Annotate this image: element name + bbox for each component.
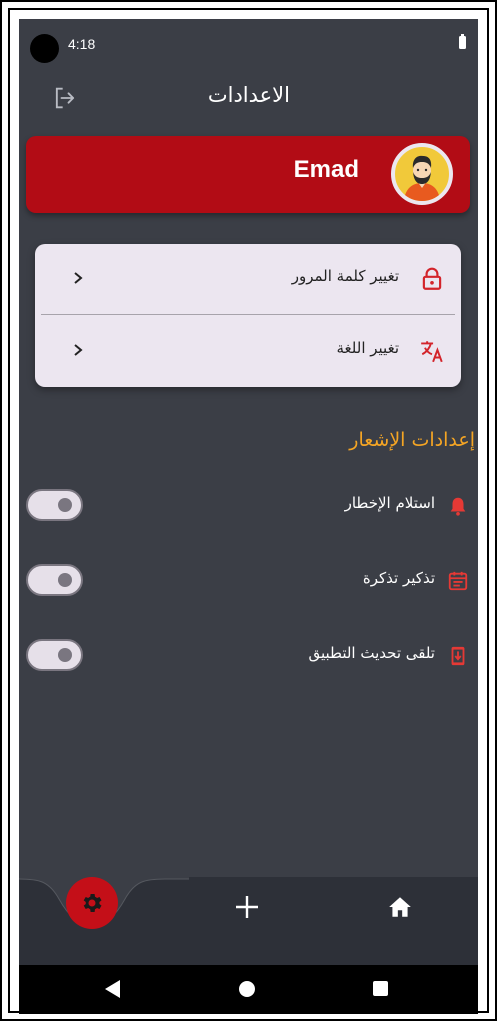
gear-icon [83,894,102,912]
receive-notifications-toggle[interactable] [26,489,83,521]
app-update-toggle[interactable] [26,639,83,671]
divider [41,314,455,315]
ticket-reminder-toggle[interactable] [26,564,83,596]
home-icon[interactable] [387,894,413,920]
status-bar: 4:18 [19,19,478,69]
toggle-knob [58,573,72,587]
camera-cutout [30,34,59,63]
app-update-row: تلقى تحديث التطبيق [19,635,478,675]
logout-icon[interactable] [51,84,79,112]
bottom-navigation [19,877,478,965]
receive-notifications-row: استلام الإخطار [19,485,478,525]
translate-icon [421,341,443,363]
battery-icon [459,34,466,49]
profile-name: Emad [293,156,359,183]
page-title: الاعدادات [207,83,290,107]
receive-notifications-label: استلام الإخطار [344,494,435,512]
profile-card[interactable]: Emad [26,136,470,213]
nav-notch [19,877,189,926]
lock-icon [422,267,442,290]
change-language-label: تغيير اللغة [336,339,400,357]
app-update-label: تلقى تحديث التطبيق [308,644,435,662]
status-time: 4:18 [68,36,96,52]
system-navigation-bar [19,965,478,1014]
back-icon[interactable] [105,980,120,998]
account-options-card: تغيير كلمة المرور تغيير اللغة [35,244,461,387]
ticket-reminder-label: تذكير تذكرة [362,569,435,587]
chevron-right-icon [74,344,83,356]
change-password-label: تغيير كلمة المرور [291,267,399,285]
toggle-knob [58,498,72,512]
home-circle-icon[interactable] [239,981,255,997]
avatar-person-icon [404,155,440,201]
ticket-reminder-row: تذكير تذكرة [19,560,478,600]
chevron-right-icon [74,272,83,284]
avatar [391,143,453,205]
recent-apps-icon[interactable] [373,981,388,996]
phone-screen: 4:18 الاعدادات Emad تغيير كلمة المرور تغ… [19,19,478,1014]
app-bar: الاعدادات [19,74,478,124]
plus-icon[interactable] [232,892,262,922]
change-password-item[interactable]: تغيير كلمة المرور [35,244,461,314]
change-language-item[interactable]: تغيير اللغة [35,316,461,386]
toggle-knob [58,648,72,662]
app-update-icon [451,646,465,666]
nav-settings-button[interactable] [66,877,118,929]
calendar-icon [448,571,468,591]
bell-icon [450,497,466,516]
notification-settings-title: إعدادات الإشعار [349,429,475,451]
